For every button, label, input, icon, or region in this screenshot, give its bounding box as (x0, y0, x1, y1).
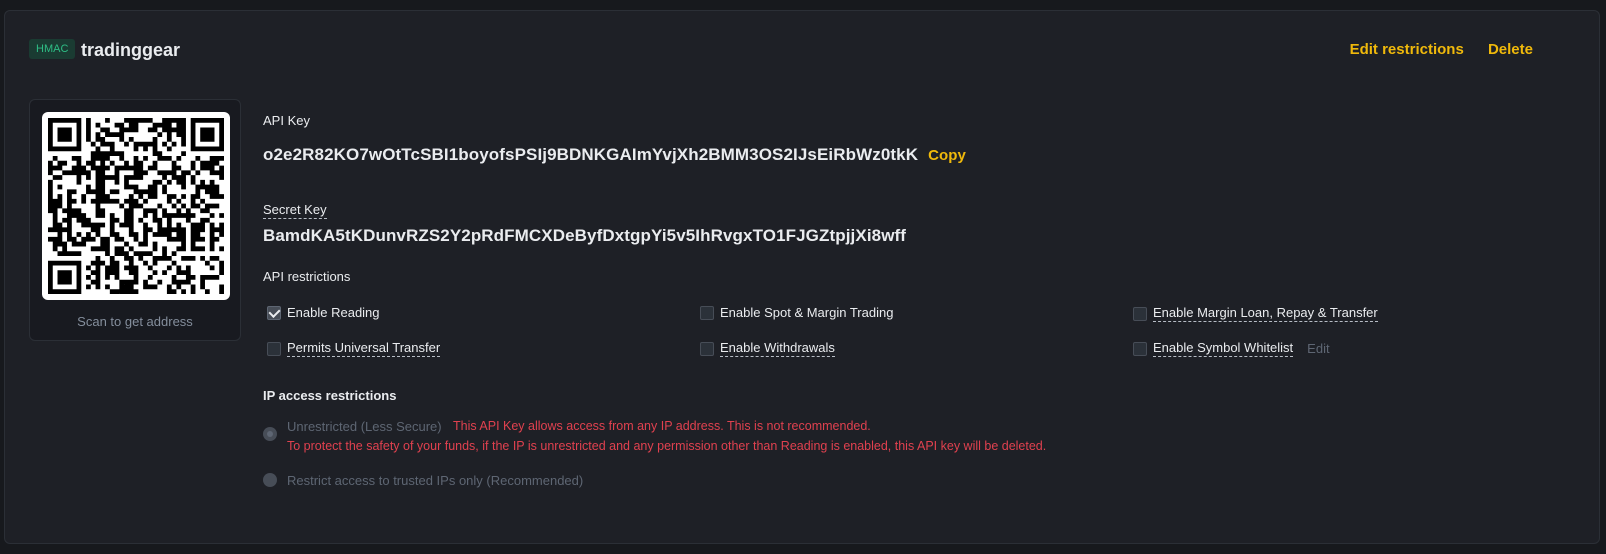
whitelist-edit-link[interactable]: Edit (1307, 341, 1329, 356)
checkbox-universal-transfer[interactable] (267, 341, 281, 356)
api-key-header: HMAC tradinggear Edit restrictions Delet… (29, 37, 1575, 63)
perm-label: Enable Margin Loan, Repay & Transfer (1153, 305, 1378, 322)
api-key-row: o2e2R82KO7wOtTcSBI1boyofsPSIj9BDNKGAImYv… (263, 145, 966, 165)
header-actions: Edit restrictions Delete (1330, 39, 1533, 61)
hmac-badge: HMAC (29, 39, 76, 59)
qr-code-frame (42, 112, 230, 300)
restricted-label[interactable]: Restrict access to trusted IPs only (Rec… (287, 473, 583, 488)
secret-key-value[interactable]: BamdKA5tKDunvRZS2Y2pRdFMCXDeByfDxtgpYi5v… (263, 226, 906, 246)
checkbox-spot-margin-trading[interactable] (700, 305, 714, 320)
perm-label: Enable Symbol Whitelist (1153, 340, 1294, 357)
edit-restrictions-button[interactable]: Edit restrictions (1350, 41, 1464, 58)
checkbox-margin-loan[interactable] (1133, 306, 1147, 321)
radio-unrestricted[interactable] (263, 427, 277, 441)
api-key-label: API Key (263, 113, 310, 128)
qr-code-image (48, 118, 224, 294)
perm-universal-transfer[interactable]: Permits Universal Transfer (267, 340, 441, 357)
checkbox-withdrawals[interactable] (700, 341, 714, 356)
perm-label: Permits Universal Transfer (287, 340, 441, 357)
perm-withdrawals[interactable]: Enable Withdrawals (700, 340, 835, 357)
api-restrictions-title: API restrictions (263, 269, 351, 284)
perm-label: Enable Reading (287, 305, 380, 320)
api-key-value[interactable]: o2e2R82KO7wOtTcSBI1boyofsPSIj9BDNKGAImYv… (263, 145, 918, 164)
api-key-name: tradinggear (81, 40, 181, 60)
qr-panel: Scan to get address (29, 99, 241, 341)
secret-key-label-text[interactable]: Secret Key (263, 202, 327, 219)
secret-key-label: Secret Key (263, 202, 327, 219)
ip-warning-line-2: To protect the safety of your funds, if … (287, 439, 1047, 453)
perm-enable-reading[interactable]: Enable Reading (267, 305, 380, 320)
radio-restricted[interactable] (263, 473, 277, 487)
checkbox-enable-reading[interactable] (267, 305, 281, 320)
perm-symbol-whitelist[interactable]: Enable Symbol Whitelist Edit (1133, 340, 1330, 357)
perm-spot-margin-trading[interactable]: Enable Spot & Margin Trading (700, 305, 893, 320)
ip-warning-line-1: This API Key allows access from any IP a… (453, 419, 871, 433)
delete-button[interactable]: Delete (1488, 41, 1533, 58)
qr-caption: Scan to get address (77, 314, 193, 329)
perm-label: Enable Spot & Margin Trading (720, 305, 894, 320)
unrestricted-label[interactable]: Unrestricted (Less Secure) (287, 419, 442, 434)
ip-restrictions-title: IP access restrictions (263, 388, 397, 403)
perm-margin-loan[interactable]: Enable Margin Loan, Repay & Transfer (1133, 305, 1378, 322)
copy-button[interactable]: Copy (928, 147, 966, 164)
checkbox-symbol-whitelist[interactable] (1133, 341, 1147, 356)
perm-label: Enable Withdrawals (720, 340, 835, 357)
qr-modules (48, 118, 224, 294)
api-key-card: HMAC tradinggear Edit restrictions Delet… (4, 10, 1600, 544)
